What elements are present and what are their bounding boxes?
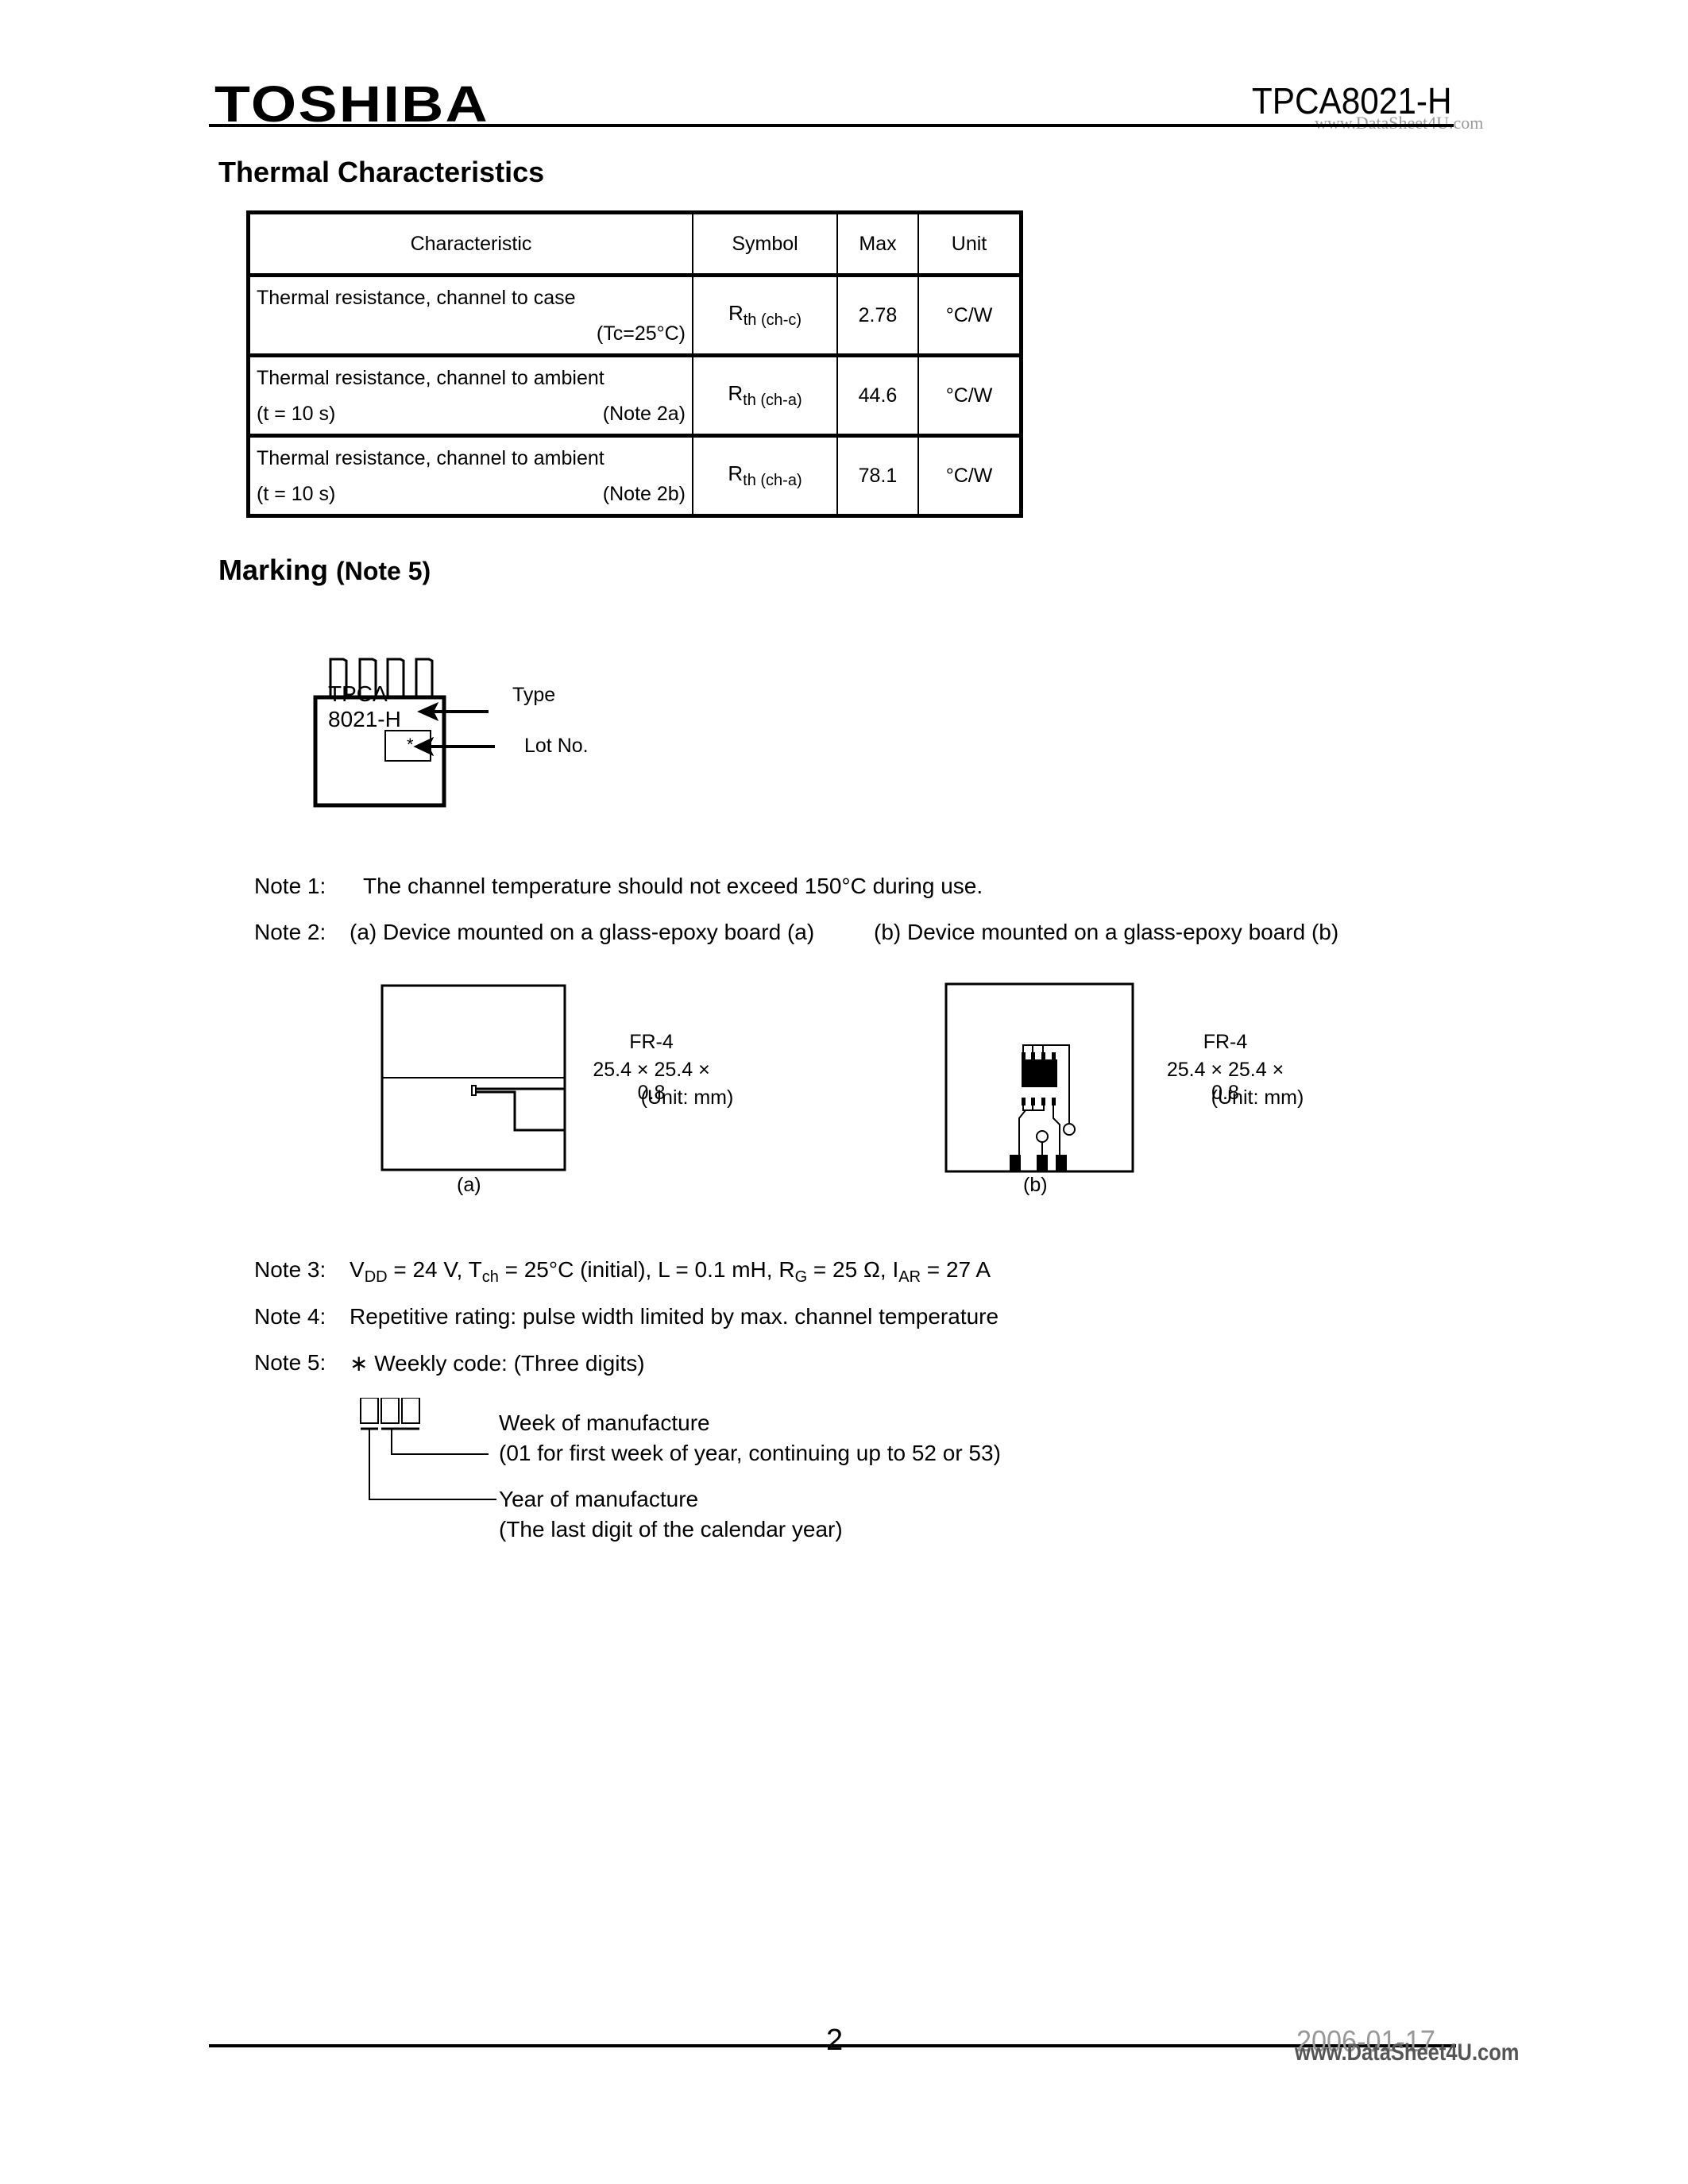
- rg-subscript: G: [794, 1268, 808, 1286]
- condition-right: (Note 2a): [602, 403, 686, 425]
- thermal-table: Characteristic Symbol Max Unit Thermal r…: [246, 210, 1023, 518]
- symbol-main: R: [728, 380, 744, 405]
- table-row: Thermal resistance, channel to ambient (…: [247, 354, 1022, 437]
- chip-type-line1: TPCA: [328, 681, 388, 706]
- note-label: Note 4:: [254, 1304, 326, 1329]
- board-a-diagram: [380, 984, 566, 1171]
- marking-heading: Marking (Note 5): [218, 554, 431, 587]
- vdd-subscript: DD: [364, 1268, 388, 1286]
- note-2a-text: (a) Device mounted on a glass-epoxy boar…: [350, 920, 815, 944]
- symbol-sub: th (ch-a): [743, 392, 802, 410]
- lot-mark: *: [407, 735, 414, 754]
- year-desc: (The last digit of the calendar year): [499, 1517, 843, 1542]
- header-rule: [209, 124, 1454, 127]
- condition-right: (Tc=25°C): [596, 322, 686, 345]
- symbol-main: R: [728, 461, 744, 485]
- board-a-caption: (a): [457, 1174, 481, 1196]
- watermark-bottom: www.DataSheet4U.com: [1295, 2039, 1520, 2066]
- symbol-cell: Rth (ch-a): [692, 354, 838, 437]
- iar-subscript: AR: [898, 1268, 921, 1286]
- page-number: 2: [826, 2024, 844, 2057]
- tch-symbol: T: [468, 1257, 482, 1282]
- test-point-2: [1036, 1130, 1049, 1143]
- max-cell: 78.1: [836, 434, 919, 517]
- characteristic-text: Thermal resistance, channel to case: [257, 287, 576, 309]
- note-text: Repetitive rating: pulse width limited b…: [350, 1304, 999, 1329]
- vdd-value: = 24 V,: [387, 1257, 469, 1282]
- board-b-diagram: [944, 982, 1134, 1173]
- pad: [471, 1085, 477, 1096]
- note-text: VDD = 24 V, Tch = 25°C (initial), L = 0.…: [350, 1257, 991, 1287]
- max-cell: 2.78: [836, 274, 919, 357]
- type-label: Type: [512, 684, 556, 706]
- note-label: Note 2:: [254, 920, 326, 944]
- week-title: Week of manufacture: [499, 1410, 710, 1435]
- iar-value: = 27 A: [921, 1257, 991, 1282]
- characteristic-cell: Thermal resistance, channel to case (Tc=…: [247, 274, 693, 357]
- col-symbol: Symbol: [692, 211, 838, 276]
- board-a-material: FR-4: [629, 1031, 674, 1053]
- unit-cell: °C/W: [917, 434, 1022, 517]
- marking-title: Marking: [218, 554, 329, 586]
- board-b-unit: (Unit: mm): [1211, 1086, 1304, 1109]
- note-text: ∗ Weekly code: (Three digits): [350, 1351, 645, 1376]
- note-text: The channel temperature should not excee…: [363, 874, 983, 898]
- year-title: Year of manufacture: [499, 1487, 699, 1511]
- note-2b-text: (b) Device mounted on a glass-epoxy boar…: [874, 920, 1339, 944]
- characteristic-text: Thermal resistance, channel to ambient: [257, 447, 605, 469]
- unit-cell: °C/W: [917, 354, 1022, 437]
- vdd-symbol: V: [350, 1257, 365, 1282]
- digit-box-week1: [380, 1398, 400, 1424]
- symbol-sub: th (ch-c): [743, 311, 802, 330]
- col-unit: Unit: [917, 211, 1022, 276]
- symbol-main: R: [728, 300, 744, 325]
- col-max: Max: [836, 211, 919, 276]
- lot-label: Lot No.: [524, 735, 589, 757]
- note-label: Note 3:: [254, 1257, 326, 1282]
- symbol-cell: Rth (ch-a): [692, 434, 838, 517]
- table-row: Thermal resistance, channel to ambient (…: [247, 434, 1022, 517]
- chip-type-line2: 8021-H: [328, 707, 401, 731]
- characteristic-cell: Thermal resistance, channel to ambient (…: [247, 354, 693, 437]
- watermark-top: www.DataSheet4U.com: [1315, 113, 1484, 133]
- col-characteristic: Characteristic: [247, 211, 693, 276]
- condition-right: (Note 2b): [602, 483, 686, 505]
- board-b-material: FR-4: [1203, 1031, 1248, 1053]
- rg-symbol: R: [778, 1257, 795, 1282]
- week-leader: [391, 1429, 489, 1455]
- connector-pads: [1010, 1155, 1067, 1171]
- test-point-1: [1063, 1123, 1076, 1136]
- rg-value: = 25 Ω,: [807, 1257, 893, 1282]
- characteristic-cell: Thermal resistance, channel to ambient (…: [247, 434, 693, 517]
- board-a-unit: (Unit: mm): [640, 1086, 734, 1109]
- digit-box-week2: [401, 1398, 420, 1424]
- marking-note-ref: (Note 5): [336, 557, 431, 585]
- tch-value: = 25°C (initial), L = 0.1 mH,: [498, 1257, 779, 1282]
- type-arrow-icon: [417, 701, 489, 722]
- week-desc: (01 for first week of year, continuing u…: [499, 1441, 1001, 1465]
- lot-arrow-icon: [413, 736, 495, 757]
- max-cell: 44.6: [836, 354, 919, 437]
- table-row: Thermal resistance, channel to case (Tc=…: [247, 274, 1022, 357]
- weekly-code-diagram: [360, 1398, 496, 1500]
- thermal-heading: Thermal Characteristics: [218, 156, 545, 188]
- device-pad: [1022, 1059, 1057, 1087]
- symbol-cell: Rth (ch-c): [692, 274, 838, 357]
- year-leader: [369, 1429, 496, 1500]
- trace: [476, 1087, 565, 1132]
- characteristic-text: Thermal resistance, channel to ambient: [257, 367, 605, 389]
- note-label: Note 5:: [254, 1350, 326, 1375]
- condition-left: (t = 10 s): [257, 483, 336, 505]
- tch-subscript: ch: [481, 1268, 499, 1286]
- digit-box-year: [360, 1398, 379, 1424]
- symbol-sub: th (ch-a): [743, 472, 802, 490]
- board-b-caption: (b): [1023, 1174, 1048, 1196]
- unit-cell: °C/W: [917, 274, 1022, 357]
- table-header-row: Characteristic Symbol Max Unit: [247, 211, 1022, 276]
- condition-left: (t = 10 s): [257, 403, 336, 425]
- note-label: Note 1:: [254, 874, 326, 898]
